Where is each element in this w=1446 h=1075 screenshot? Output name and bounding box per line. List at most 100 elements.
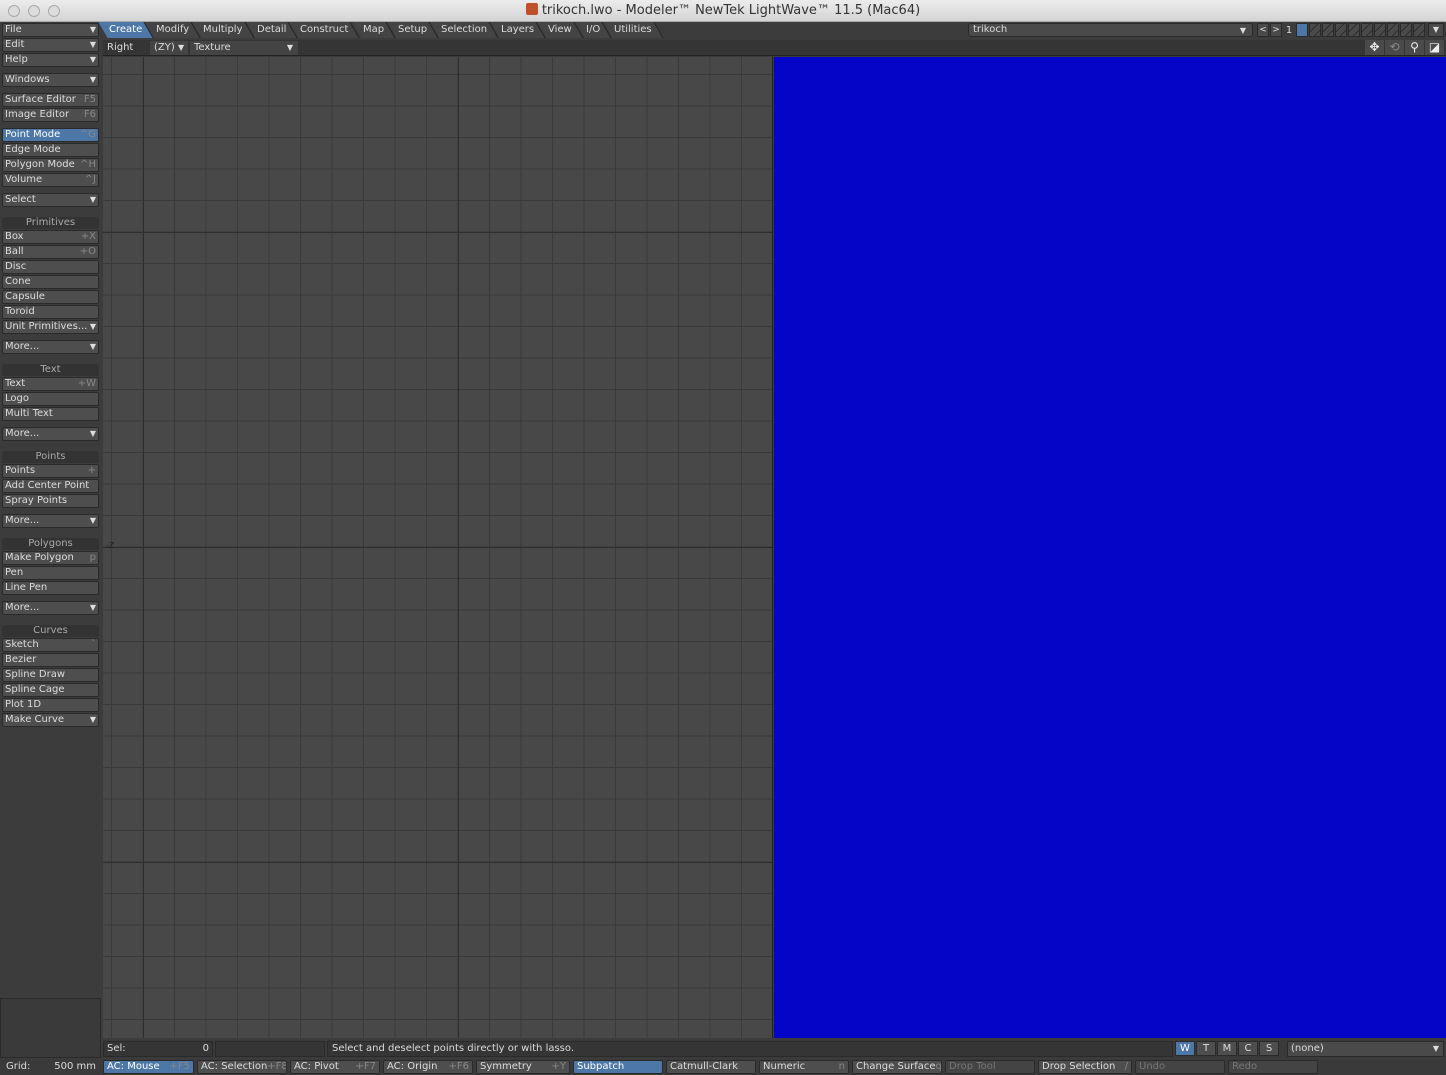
button-multi-text[interactable]: Multi Text (2, 407, 99, 421)
button-point-mode[interactable]: Point Mode ^G (2, 128, 99, 142)
button-label: File (5, 24, 22, 35)
numeric-button[interactable]: Numeric n (759, 1060, 849, 1074)
button-image-editor[interactable]: Image Editor F6 (2, 108, 99, 122)
minimize-button[interactable] (28, 5, 40, 17)
object-select[interactable]: trikoch ▼ (968, 23, 1253, 37)
tab-modify[interactable]: Modify (145, 22, 201, 38)
button-surface-editor[interactable]: Surface Editor F5 (2, 93, 99, 107)
view-mode-c[interactable]: C (1238, 1041, 1258, 1056)
button-edge-mode[interactable]: Edge Mode (2, 143, 99, 157)
button-pen[interactable]: Pen (2, 566, 99, 580)
catmull-clark-button[interactable]: Catmull-Clark (666, 1060, 756, 1074)
view-axes-dropdown[interactable]: (ZY) ▼ (150, 41, 188, 55)
maximize-view-icon[interactable]: ◪ (1425, 40, 1444, 55)
chevron-down-icon: ▼ (89, 342, 96, 351)
button-volume[interactable]: Volume ^J (2, 173, 99, 187)
button-capsule[interactable]: Capsule (2, 290, 99, 304)
layer-slot[interactable] (1309, 23, 1321, 37)
surface-dropdown[interactable]: (none) ▼ (1287, 1041, 1444, 1057)
button-add-center-point[interactable]: Add Center Point (2, 479, 99, 493)
subpatch-button[interactable]: Subpatch (573, 1060, 663, 1074)
view-type[interactable]: Right (103, 41, 148, 55)
menu-windows[interactable]: Windows ▼ (2, 73, 99, 87)
viewport-perspective[interactable] (774, 57, 1446, 1038)
layer-slot[interactable] (1322, 23, 1334, 37)
window-controls[interactable] (8, 5, 60, 17)
render-mode-dropdown[interactable]: Texture ▼ (190, 41, 298, 55)
rotate-view-icon[interactable]: ⟲ (1385, 40, 1404, 55)
shortcut: ^J (84, 174, 96, 185)
button-label: Points (5, 465, 36, 476)
button-line-pen[interactable]: Line Pen (2, 581, 99, 595)
layer-slot[interactable] (1374, 23, 1386, 37)
next-layer-button[interactable]: > (1270, 23, 1282, 37)
menu-file[interactable]: File ▼ (2, 23, 99, 37)
button-make-polygon[interactable]: Make Polygon p (2, 551, 99, 565)
more-dropdown[interactable]: More... ▼ (2, 601, 99, 615)
layer-slot[interactable] (1387, 23, 1399, 37)
change-surface-button[interactable]: Change Surface q (852, 1060, 942, 1074)
view-mode-w[interactable]: W (1175, 1041, 1195, 1056)
button-text[interactable]: Text +W (2, 377, 99, 391)
tab-construct[interactable]: Construct (289, 22, 361, 38)
more-dropdown[interactable]: More... ▼ (2, 514, 99, 528)
tab-label: Modify (156, 24, 190, 35)
more-dropdown[interactable]: More... ▼ (2, 340, 99, 354)
button-cone[interactable]: Cone (2, 275, 99, 289)
chevron-down-icon: ▼ (89, 195, 96, 204)
layer-menu-button[interactable]: ▼ (1428, 23, 1444, 37)
button-points[interactable]: Points + (2, 464, 99, 478)
select-dropdown[interactable]: Select ▼ (2, 193, 99, 207)
ac-origin-button[interactable]: AC: Origin +F6 (383, 1060, 473, 1074)
button-unit-primitives-[interactable]: Unit Primitives... ▼ (2, 320, 99, 334)
tab-utilities[interactable]: Utilities (603, 22, 664, 38)
button-logo[interactable]: Logo (2, 392, 99, 406)
viewport-right[interactable]: -Z (103, 57, 773, 1038)
button-disc[interactable]: Disc (2, 260, 99, 274)
view-mode-m[interactable]: M (1217, 1041, 1237, 1056)
more-dropdown[interactable]: More... ▼ (2, 427, 99, 441)
layer-slot[interactable] (1400, 23, 1412, 37)
button-label: Logo (5, 393, 29, 404)
view-mode-s[interactable]: S (1259, 1041, 1279, 1056)
zoom-button[interactable] (48, 5, 60, 17)
layer-slot[interactable] (1296, 23, 1308, 37)
tab-create[interactable]: Create (98, 22, 154, 38)
button-toroid[interactable]: Toroid (2, 305, 99, 319)
tab-selection[interactable]: Selection (430, 22, 499, 38)
layer-slot[interactable] (1348, 23, 1360, 37)
ac-mouse-button[interactable]: AC: Mouse +F5 (103, 1060, 194, 1074)
button-ball[interactable]: Ball +O (2, 245, 99, 259)
undo-button[interactable]: Undo (1135, 1060, 1225, 1074)
button-spline-draw[interactable]: Spline Draw (2, 668, 99, 682)
tab-layers[interactable]: Layers (490, 22, 546, 38)
view-mode-t[interactable]: T (1196, 1041, 1216, 1056)
button-polygon-mode[interactable]: Polygon Mode ^H (2, 158, 99, 172)
prev-layer-button[interactable]: < (1257, 23, 1269, 37)
layer-slot[interactable] (1335, 23, 1347, 37)
redo-button[interactable]: Redo (1228, 1060, 1318, 1074)
button-label: Disc (5, 261, 27, 272)
button-box[interactable]: Box +X (2, 230, 99, 244)
layer-slot[interactable] (1361, 23, 1373, 37)
menu-tabs: Create Modify Multiply Detail Construct Map Se… (98, 22, 664, 38)
button-spline-cage[interactable]: Spline Cage (2, 683, 99, 697)
move-view-icon[interactable]: ✥ (1365, 40, 1384, 55)
menu-help[interactable]: Help ▼ (2, 53, 99, 67)
zoom-view-icon[interactable]: ⚲ (1405, 40, 1424, 55)
drop-selection-button[interactable]: Drop Selection / (1038, 1060, 1132, 1074)
button-sketch[interactable]: Sketch ` (2, 638, 99, 652)
menu-edit[interactable]: Edit ▼ (2, 38, 99, 52)
ac-pivot-button[interactable]: AC: Pivot +F7 (290, 1060, 380, 1074)
close-button[interactable] (8, 5, 20, 17)
layer-slot[interactable] (1413, 23, 1425, 37)
button-spray-points[interactable]: Spray Points (2, 494, 99, 508)
drop-tool-button[interactable]: Drop Tool (945, 1060, 1035, 1074)
tab-multiply[interactable]: Multiply (192, 22, 255, 38)
button-plot-1d[interactable]: Plot 1D (2, 698, 99, 712)
render-label: Texture (194, 42, 231, 53)
button-make-curve[interactable]: Make Curve ▼ (2, 713, 99, 727)
button-bezier[interactable]: Bezier (2, 653, 99, 667)
symmetry-button[interactable]: Symmetry +Y (476, 1060, 570, 1074)
ac-selection-button[interactable]: AC: Selection +F8 (197, 1060, 287, 1074)
